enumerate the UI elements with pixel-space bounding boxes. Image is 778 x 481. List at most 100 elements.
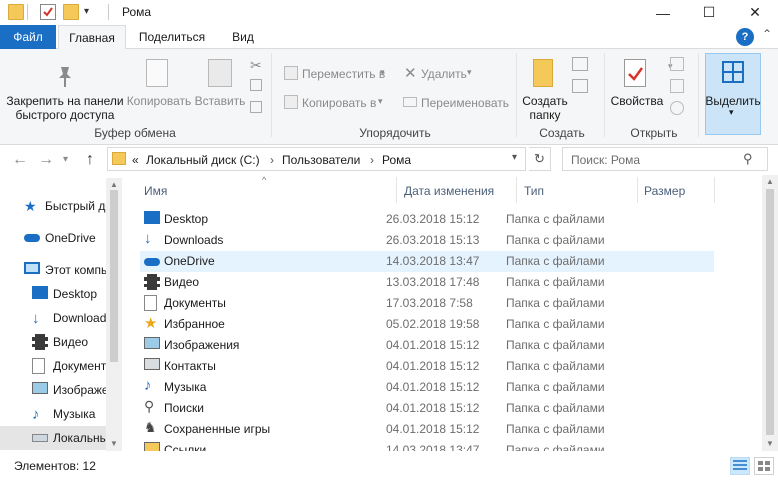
address-dropdown-chevron-icon[interactable]: ▾ bbox=[512, 152, 517, 163]
scrollbar-thumb[interactable] bbox=[110, 190, 118, 362]
file-type: Папка с файлами bbox=[506, 233, 605, 247]
nav-item-downloads[interactable]: ↓ Downloads bbox=[0, 306, 120, 330]
easy-access-icon[interactable] bbox=[572, 79, 588, 93]
up-arrow-icon[interactable]: ↑ bbox=[86, 151, 94, 169]
pin-to-quick-access-button[interactable]: Закрепить на панели быстрого доступа bbox=[4, 94, 126, 122]
file-row[interactable]: ⚲ Поиски 04.01.2018 15:12 Папка с файлам… bbox=[140, 398, 714, 419]
address-bar[interactable]: « Локальный диск (C:) › Пользователи › Р… bbox=[107, 147, 526, 171]
group-separator bbox=[698, 53, 699, 137]
history-icon[interactable] bbox=[670, 101, 684, 115]
nav-item-videos[interactable]: Видео bbox=[0, 330, 120, 354]
open-icon[interactable] bbox=[670, 57, 684, 71]
search-field[interactable]: Поиск: Рома ⚲ bbox=[562, 147, 768, 171]
breadcrumb-overflow[interactable]: « bbox=[132, 153, 139, 167]
rename-button[interactable]: Переименовать bbox=[421, 96, 509, 110]
cloud-icon bbox=[24, 234, 40, 242]
scroll-down-arrow-icon[interactable]: ▼ bbox=[110, 439, 118, 448]
nav-item-music[interactable]: ♪ Музыка bbox=[0, 402, 120, 426]
paste-shortcut-icon[interactable] bbox=[250, 101, 262, 113]
search-icon: ⚲ bbox=[144, 398, 155, 414]
column-header-name[interactable]: Имя bbox=[144, 184, 167, 198]
nav-item-onedrive[interactable]: OneDrive bbox=[0, 226, 120, 250]
column-separator[interactable] bbox=[714, 177, 715, 203]
large-icons-view-button[interactable] bbox=[754, 457, 774, 475]
nav-pane-scrollbar[interactable]: ▲ ▼ bbox=[106, 178, 122, 451]
download-icon: ↓ bbox=[32, 310, 40, 327]
scroll-down-arrow-icon[interactable]: ▼ bbox=[766, 439, 774, 448]
new-folder-icon[interactable] bbox=[63, 4, 79, 20]
nav-item-documents[interactable]: Документы bbox=[0, 354, 120, 378]
file-row-selected[interactable]: OneDrive 14.03.2018 13:47 Папка с файлам… bbox=[140, 251, 714, 272]
breadcrumb-item[interactable]: Рома bbox=[382, 153, 411, 167]
file-row[interactable]: Контакты 04.01.2018 15:12 Папка с файлам… bbox=[140, 356, 714, 377]
new-folder-button[interactable]: Создать папку bbox=[520, 94, 570, 122]
maximize-button[interactable]: ☐ bbox=[686, 0, 732, 25]
copy-path-icon[interactable] bbox=[250, 79, 262, 91]
column-separator[interactable] bbox=[516, 177, 517, 203]
help-icon[interactable]: ? bbox=[736, 28, 754, 46]
file-row[interactable]: Видео 13.03.2018 17:48 Папка с файлами bbox=[140, 272, 714, 293]
copy-to-button[interactable]: Копировать в bbox=[302, 96, 376, 110]
file-list-scrollbar[interactable]: ▲ ▼ bbox=[762, 175, 778, 451]
back-arrow-icon[interactable]: ← bbox=[12, 151, 28, 169]
nav-item-desktop[interactable]: Desktop bbox=[0, 282, 120, 306]
file-row[interactable]: Desktop 26.03.2018 15:12 Папка с файлами bbox=[140, 209, 714, 230]
column-header-date[interactable]: Дата изменения bbox=[404, 184, 494, 198]
new-item-icon[interactable] bbox=[572, 57, 588, 71]
file-row[interactable]: Ссылки 14.03.2018 13:47 Папка с файлами bbox=[140, 440, 714, 451]
details-view-button[interactable] bbox=[730, 457, 750, 475]
tab-view[interactable]: Вид bbox=[220, 25, 266, 49]
pin-icon bbox=[52, 63, 78, 92]
tab-file[interactable]: Файл bbox=[0, 25, 56, 49]
file-type: Папка с файлами bbox=[506, 380, 605, 394]
nav-item-quick-access[interactable]: ★ Быстрый доступ bbox=[0, 194, 120, 218]
chevron-up-icon[interactable]: ⌃ bbox=[762, 27, 772, 41]
close-button[interactable]: ✕ bbox=[732, 0, 778, 25]
tab-share[interactable]: Поделиться bbox=[130, 25, 214, 49]
scroll-up-arrow-icon[interactable]: ▲ bbox=[110, 180, 118, 189]
file-name: Сохраненные игры bbox=[164, 422, 271, 436]
scroll-up-arrow-icon[interactable]: ▲ bbox=[766, 177, 774, 186]
refresh-button[interactable]: ↻ bbox=[529, 147, 551, 171]
cut-icon[interactable]: ✂ bbox=[250, 57, 262, 74]
file-row[interactable]: ★ Избранное 05.02.2018 19:58 Папка с фай… bbox=[140, 314, 714, 335]
breadcrumb-item[interactable]: Пользователи bbox=[282, 153, 360, 167]
file-name: Downloads bbox=[164, 233, 224, 247]
nav-item-this-pc[interactable]: Этот компьютер bbox=[0, 258, 120, 282]
column-header-size[interactable]: Размер bbox=[644, 184, 685, 198]
music-icon: ♪ bbox=[32, 406, 40, 423]
breadcrumb-separator[interactable]: › bbox=[270, 153, 274, 167]
clipboard-icon bbox=[208, 59, 232, 87]
paste-button[interactable]: Вставить bbox=[194, 94, 246, 108]
scrollbar-thumb[interactable] bbox=[766, 189, 774, 435]
file-name: OneDrive bbox=[164, 254, 215, 268]
column-separator[interactable] bbox=[396, 177, 397, 203]
breadcrumb-separator[interactable]: › bbox=[370, 153, 374, 167]
file-type: Папка с файлами bbox=[506, 338, 605, 352]
file-name: Документы bbox=[164, 296, 226, 310]
customize-quick-access-icon[interactable]: ▾ bbox=[84, 6, 100, 22]
column-separator[interactable] bbox=[637, 177, 638, 203]
rename-icon bbox=[403, 97, 417, 107]
delete-button[interactable]: Удалить bbox=[421, 67, 467, 81]
file-row[interactable]: Документы 17.03.2018 7:58 Папка с файлам… bbox=[140, 293, 714, 314]
file-name: Ссылки bbox=[164, 443, 207, 451]
forward-arrow-icon[interactable]: → bbox=[38, 151, 54, 169]
nav-item-pictures[interactable]: Изображения bbox=[0, 378, 120, 402]
column-header-type[interactable]: Тип bbox=[524, 184, 544, 198]
move-to-button[interactable]: Переместить в bbox=[302, 67, 385, 81]
file-row[interactable]: ♞ Сохраненные игры 04.01.2018 15:12 Папк… bbox=[140, 419, 714, 440]
recent-locations-chevron-icon[interactable]: ▾ bbox=[63, 154, 68, 165]
chevron-down-icon: ▾ bbox=[378, 96, 383, 106]
breadcrumb-item[interactable]: Локальный диск (C:) bbox=[146, 153, 260, 167]
properties-button[interactable]: Свойства bbox=[608, 94, 666, 108]
file-row[interactable]: Изображения 04.01.2018 15:12 Папка с фай… bbox=[140, 335, 714, 356]
edit-icon[interactable] bbox=[670, 79, 684, 93]
tab-home[interactable]: Главная bbox=[58, 25, 126, 50]
file-row[interactable]: ♪ Музыка 04.01.2018 15:12 Папка с файлам… bbox=[140, 377, 714, 398]
properties-icon[interactable] bbox=[40, 4, 56, 20]
file-row[interactable]: ↓ Downloads 26.03.2018 15:13 Папка с фай… bbox=[140, 230, 714, 251]
nav-item-local-disk[interactable]: Локальный диск (C:) bbox=[0, 426, 120, 450]
copy-button[interactable]: Копировать bbox=[126, 94, 192, 108]
minimize-button[interactable]: — bbox=[640, 0, 686, 25]
